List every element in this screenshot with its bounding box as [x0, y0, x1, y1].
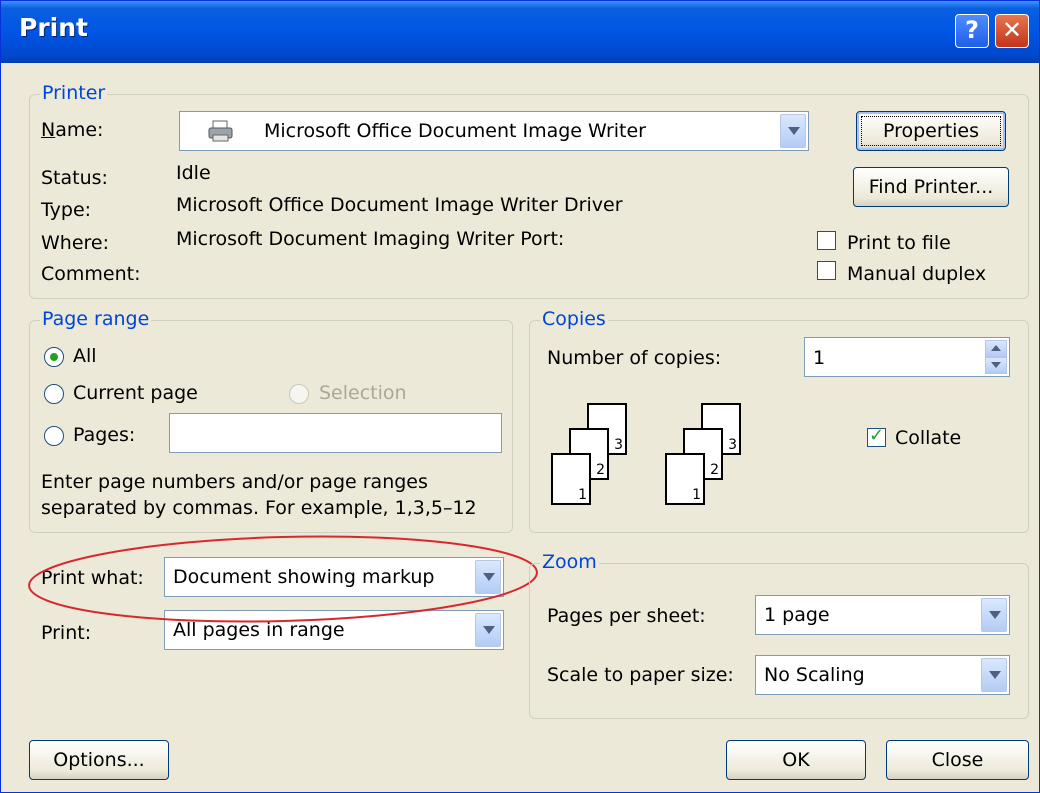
manual-duplex-label[interactable]: Manual duplex [847, 263, 986, 285]
copies-legend: Copies [540, 308, 608, 330]
find-printer-button[interactable]: Find Printer... [853, 167, 1009, 207]
current-page-label[interactable]: Current page [73, 382, 198, 404]
all-radio[interactable] [44, 347, 64, 367]
name-label: Name: [41, 119, 104, 141]
print-to-file-label[interactable]: Print to file [847, 232, 951, 254]
spin-stepper-icon[interactable] [985, 340, 1007, 374]
selection-radio[interactable] [289, 384, 309, 404]
chevron-down-icon[interactable] [981, 598, 1007, 632]
printer-icon [208, 120, 234, 142]
zoom-group: Zoom [529, 551, 1029, 719]
close-button[interactable]: Close [886, 740, 1029, 780]
page-range-legend: Page range [40, 308, 152, 330]
number-of-copies-label: Number of copies: [547, 347, 722, 369]
current-page-radio[interactable] [44, 384, 64, 404]
close-x-icon[interactable]: ✕ [995, 14, 1029, 48]
print-to-file-checkbox[interactable] [817, 231, 836, 250]
print-dialog: Print ? ✕ Printer Name: Microsoft Office… [0, 0, 1040, 793]
pages-input[interactable] [169, 413, 502, 453]
pages-per-sheet-value: 1 page [764, 604, 830, 626]
chevron-down-icon[interactable] [780, 114, 806, 148]
selection-label: Selection [319, 382, 407, 404]
question-icon[interactable]: ? [955, 14, 989, 48]
options-button[interactable]: Options... [29, 740, 169, 780]
properties-button[interactable]: Properties [856, 111, 1006, 151]
printer-legend: Printer [40, 82, 108, 104]
collate-label[interactable]: Collate [895, 427, 961, 449]
page-range-help-line1: Enter page numbers and/or page ranges [41, 471, 428, 493]
scale-to-paper-label: Scale to paper size: [547, 664, 734, 686]
zoom-legend: Zoom [540, 551, 599, 573]
collate-checkbox[interactable] [867, 425, 886, 447]
dialog-title: Print [19, 13, 88, 42]
pages-label[interactable]: Pages: [73, 424, 135, 446]
manual-duplex-checkbox[interactable] [817, 261, 836, 280]
annotation-ellipse [28, 535, 538, 623]
number-of-copies-input[interactable]: 1 [804, 337, 1010, 377]
status-value: Idle [176, 162, 211, 184]
chevron-down-icon[interactable] [981, 658, 1007, 692]
printer-name-value: Microsoft Office Document Image Writer [264, 120, 646, 142]
all-label[interactable]: All [73, 345, 97, 367]
status-label: Status: [41, 167, 108, 189]
pages-radio[interactable] [44, 426, 64, 446]
comment-label: Comment: [41, 263, 141, 285]
scale-to-paper-value: No Scaling [764, 664, 865, 686]
pages-per-sheet-select[interactable]: 1 page [755, 595, 1010, 635]
page-range-help-line2: separated by commas. For example, 1,3,5–… [41, 497, 477, 519]
title-bar: Print ? ✕ [1, 1, 1039, 63]
pages-per-sheet-label: Pages per sheet: [547, 605, 706, 627]
type-value: Microsoft Office Document Image Writer D… [176, 194, 623, 216]
where-label: Where: [41, 232, 110, 254]
ok-button[interactable]: OK [726, 740, 866, 780]
printer-name-select[interactable]: Microsoft Office Document Image Writer [179, 111, 809, 151]
scale-to-paper-select[interactable]: No Scaling [755, 655, 1010, 695]
type-label: Type: [41, 199, 92, 221]
where-value: Microsoft Document Imaging Writer Port: [176, 228, 565, 250]
